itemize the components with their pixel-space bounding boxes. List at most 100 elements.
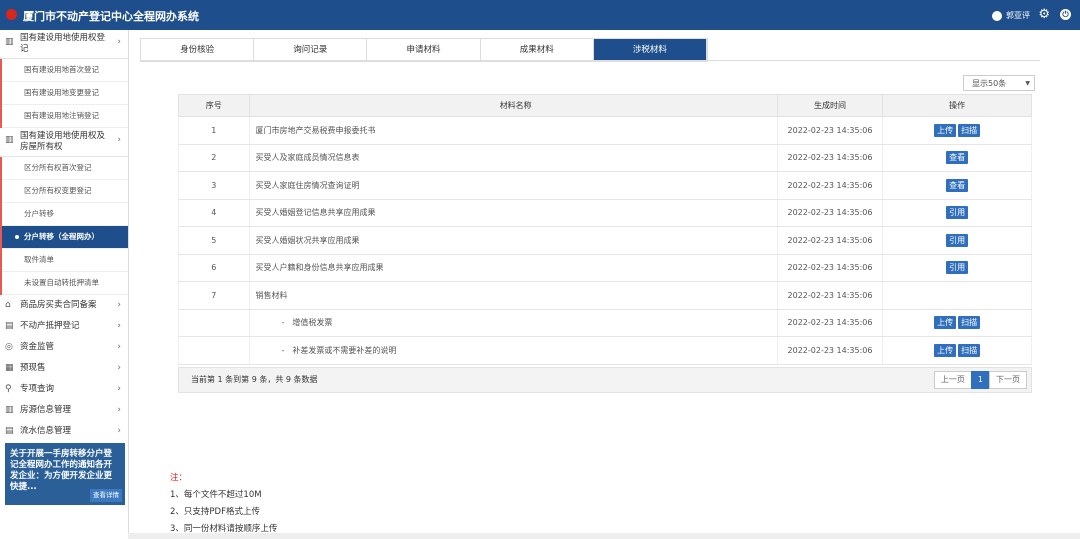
generated-time: 2022-02-23 14:35:06 [776, 281, 884, 310]
tab-results[interactable]: 成果材料 [480, 39, 594, 61]
chevron-right-icon: › [117, 426, 121, 436]
action-button[interactable]: 引用 [946, 233, 969, 247]
material-name-text: 买受人及家庭成员情况信息表 [255, 153, 360, 163]
action-button[interactable]: 上传 [934, 343, 957, 357]
sidebar-item[interactable]: 区分所有权首次登记 [2, 157, 128, 180]
chevron-right-icon: › [117, 384, 121, 394]
action-button[interactable]: 查看 [946, 178, 969, 192]
row-actions: 引用 [882, 226, 1032, 255]
action-button[interactable]: 上传 [934, 123, 957, 137]
sidebar-item-query[interactable]: ⚲ 专项查询 › [0, 379, 128, 400]
sidebar-item-presale[interactable]: ▦ 预现售 › [0, 358, 128, 379]
row-number: 4 [178, 199, 250, 227]
user-name: 郭亚评 [1006, 11, 1030, 20]
user-menu[interactable]: 郭亚评 [992, 10, 1030, 21]
prev-page-button[interactable]: 上一页 [933, 371, 972, 389]
power-icon[interactable]: ⏻ [1060, 9, 1071, 20]
sidebar-group-land-header[interactable]: ▥ 国有建设用地使用权登记 › [0, 30, 128, 59]
generated-time: 2022-02-23 14:35:06 [776, 144, 884, 172]
generated-time: 2022-02-23 14:35:06 [776, 116, 884, 145]
sidebar-item[interactable]: 国有建设用地变更登记 [2, 82, 128, 105]
table-row: 5 买受人婚姻状况共享应用成果 2022-02-23 14:35:06 引用 [178, 226, 1032, 255]
sidebar-item-contract[interactable]: ⌂ 商品房买卖合同备案 › [0, 295, 128, 316]
action-button[interactable]: 引用 [946, 206, 969, 220]
note-line: 2、只支持PDF格式上传 [170, 507, 260, 517]
app-title: 厦门市不动产登记中心全程网办系统 [23, 10, 199, 23]
sidebar-item-label: 流水信息管理 [20, 426, 72, 436]
chevron-right-icon: › [117, 135, 121, 145]
sidebar-item-label: 预现售 [20, 363, 46, 373]
table-row: 4 买受人婚姻登记信息共享应用成果 2022-02-23 14:35:06 引用 [178, 199, 1032, 227]
sidebar-item[interactable]: 取件清单 [2, 249, 128, 272]
material-name-text: 厦门市房地产交易税费申报委托书 [255, 125, 376, 135]
generated-time: 2022-02-23 14:35:06 [776, 199, 884, 227]
sidebar-item-housing[interactable]: ▥ 房源信息管理 › [0, 400, 128, 421]
money-icon: ◎ [5, 342, 13, 352]
tab-application[interactable]: 申请材料 [367, 39, 481, 61]
avatar-icon [992, 10, 1002, 21]
sidebar-group-house-header[interactable]: ▥ 国有建设用地使用权及房屋所有权 › [0, 128, 128, 157]
horizontal-scrollbar[interactable] [128, 533, 1080, 539]
notice-text: 关于开展一手房转移分户登记全程网办工作的通知各开发企业：为方便开发企业更快捷..… [10, 449, 113, 492]
sidebar-item[interactable]: 国有建设用地首次登记 [2, 59, 128, 82]
sidebar-group-land: ▥ 国有建设用地使用权登记 › 国有建设用地首次登记 国有建设用地变更登记 国有建设… [0, 30, 128, 128]
top-bar: 厦门市不动产登记中心全程网办系统 郭亚评 ⚙ ⏻ [0, 0, 1080, 30]
material-name: 买受人及家庭成员情况信息表 [248, 144, 778, 172]
table-row: 1 厦门市房地产交易税费申报委托书 2022-02-23 14:35:06 上传 扫描 [178, 116, 1032, 145]
material-name-text: 买受人婚姻登记信息共享应用成果 [255, 208, 376, 218]
tab-inquiry[interactable]: 询问记录 [254, 39, 368, 61]
gear-icon[interactable]: ⚙ [1038, 7, 1050, 22]
material-name: 销售材料 [248, 281, 778, 310]
chevron-right-icon: › [117, 300, 121, 310]
column-header: 序号 [178, 94, 250, 117]
view-details-button[interactable]: 查看详情 [90, 489, 122, 502]
record-info: 当前第 1 条到第 9 条，共 9 条数据 [191, 375, 318, 384]
action-button[interactable]: 上传 [934, 316, 957, 330]
column-header: 生成时间 [776, 94, 884, 117]
action-button[interactable]: 查看 [946, 151, 969, 165]
table-row: - 补差发票或不需要补差的说明 2022-02-23 14:35:06 上传 扫描 [178, 336, 1032, 365]
next-page-button[interactable]: 下一页 [989, 371, 1027, 389]
row-actions [882, 281, 1032, 310]
tab-identity[interactable]: 身份核验 [141, 39, 255, 61]
column-header: 材料名称 [248, 94, 778, 117]
generated-time: 2022-02-23 14:35:06 [776, 171, 884, 200]
action-button[interactable]: 扫描 [958, 343, 981, 357]
sidebar-item-funds[interactable]: ◎ 资金监管 › [0, 337, 128, 358]
sidebar-submenu: 区分所有权首次登记 区分所有权变更登记 分户转移 分户转移（全程网办） 取件清单… [0, 157, 128, 295]
presale-icon: ▦ [5, 363, 14, 373]
sidebar-item-active[interactable]: 分户转移（全程网办） [2, 226, 128, 249]
notice-banner[interactable]: 关于开展一手房转移分户登记全程网办工作的通知各开发企业：为方便开发企业更快捷..… [5, 443, 125, 505]
table-row: - 增值税发票 2022-02-23 14:35:06 上传 扫描 [178, 309, 1032, 337]
chevron-down-icon: ▼ [1025, 80, 1030, 87]
sidebar-item[interactable]: 国有建设用地注销登记 [2, 105, 128, 128]
sidebar-item[interactable]: 未设置自动转抵押清单 [2, 272, 128, 295]
action-button[interactable]: 扫描 [958, 123, 981, 137]
sidebar-group-label: 国有建设用地使用权登记 [20, 33, 106, 54]
generated-time: 2022-02-23 14:35:06 [776, 254, 884, 282]
material-name: 厦门市房地产交易税费申报委托书 [248, 116, 778, 145]
sidebar-item-flow[interactable]: ▤ 流水信息管理 › [0, 421, 128, 442]
row-actions: 上传 扫描 [882, 309, 1032, 337]
tab-tax[interactable]: 涉税材料 [593, 39, 708, 61]
material-name-text: - 补差发票或不需要补差的说明 [281, 345, 397, 355]
action-button[interactable]: 引用 [946, 261, 969, 275]
table-footer: 当前第 1 条到第 9 条，共 9 条数据 上一页 1 下一页 [178, 367, 1032, 393]
generated-time: 2022-02-23 14:35:06 [776, 226, 884, 255]
sidebar-item-mortgage[interactable]: ▤ 不动产抵押登记 › [0, 316, 128, 337]
action-button[interactable]: 扫描 [958, 316, 981, 330]
page-number-button[interactable]: 1 [970, 371, 990, 389]
sidebar-item[interactable]: 区分所有权变更登记 [2, 180, 128, 203]
logo-icon [6, 9, 17, 20]
row-actions: 上传 扫描 [882, 336, 1032, 365]
row-actions: 上传 扫描 [882, 116, 1032, 145]
sidebar-group-house: ▥ 国有建设用地使用权及房屋所有权 › 区分所有权首次登记 区分所有权变更登记 分户… [0, 128, 128, 295]
chevron-right-icon: › [117, 321, 121, 331]
document-icon: ▥ [5, 37, 14, 47]
material-name-text: 销售材料 [255, 290, 288, 300]
sidebar-item[interactable]: 分户转移 [2, 203, 128, 226]
row-number: 5 [178, 226, 250, 255]
page-size-select[interactable]: 显示50条 ▼ [963, 75, 1035, 91]
row-number: 1 [178, 116, 250, 145]
building-icon: ▥ [5, 135, 14, 145]
